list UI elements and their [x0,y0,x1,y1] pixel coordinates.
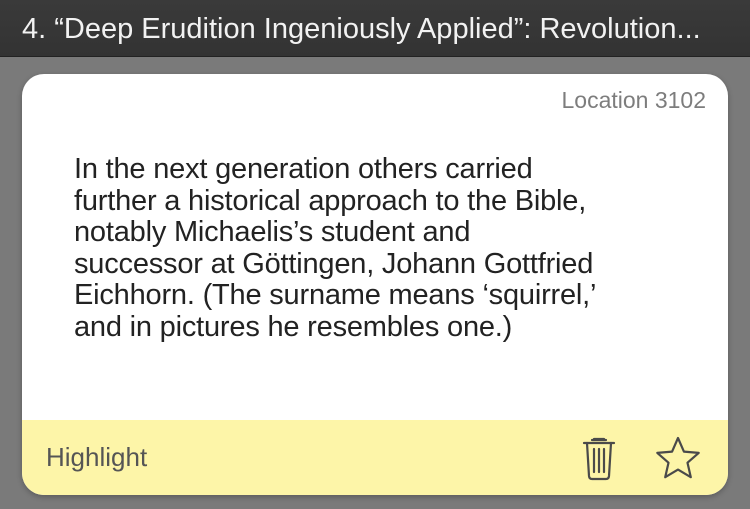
highlight-card[interactable]: Location 3102 In the next generation oth… [22,74,728,495]
highlight-type-label: Highlight [46,442,148,472]
passage-line: Eichhorn. (The surname means ‘squirrel,’ [74,279,597,312]
favorite-button[interactable] [654,434,702,482]
passage-line: and in pictures he resembles one.) [74,310,513,343]
highlighted-passage: In the next generation others carried fu… [74,153,694,344]
passage-line: notably Michaelis’s student and [74,216,471,249]
delete-button[interactable] [575,434,623,482]
location-label: Location 3102 [561,87,706,113]
passage-line: further a historical approach to the Bib… [74,184,587,217]
passage-line: In the next generation others carried [74,153,533,185]
passage-line: successor at Göttingen, Johann Gottfried [74,247,594,280]
trash-icon [582,437,616,481]
star-outline-icon [656,436,700,479]
highlight-footer: Highlight [22,420,728,495]
top-bar: 4. “Deep Erudition Ingeniously Applied”:… [0,0,750,57]
chapter-title[interactable]: 4. “Deep Erudition Ingeniously Applied”:… [22,11,738,47]
